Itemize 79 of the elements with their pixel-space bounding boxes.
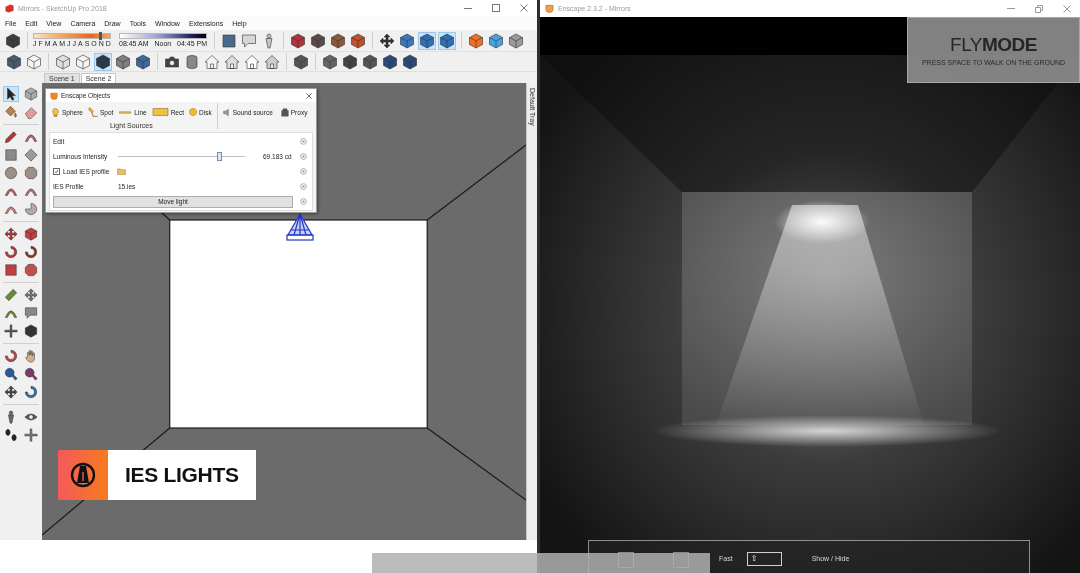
date-slider[interactable] xyxy=(33,33,111,39)
magnifier-icon[interactable] xyxy=(23,366,39,382)
close-icon[interactable] xyxy=(306,92,312,99)
box-icon xyxy=(280,107,289,117)
mode-title: FLYMODE xyxy=(950,34,1037,55)
pencil-icon[interactable] xyxy=(3,129,19,145)
cube-icon[interactable] xyxy=(361,52,379,71)
plus-icon[interactable] xyxy=(3,323,19,339)
line-light-icon xyxy=(118,110,133,114)
pie-icon[interactable] xyxy=(23,201,39,217)
cube-icon[interactable] xyxy=(401,52,419,71)
cube-icon[interactable] xyxy=(114,52,132,71)
cube-icon[interactable] xyxy=(5,52,23,71)
move-arrows-icon[interactable] xyxy=(3,384,19,400)
house-icon[interactable] xyxy=(203,52,221,71)
rotate-icon[interactable] xyxy=(3,244,19,260)
maximize-icon[interactable] xyxy=(492,4,500,12)
move-arrows-icon[interactable] xyxy=(23,287,39,303)
cube-icon[interactable] xyxy=(309,31,327,50)
cube-icon[interactable] xyxy=(438,31,456,50)
cube-icon[interactable] xyxy=(329,31,347,50)
circle-icon[interactable] xyxy=(3,165,19,181)
rotate-icon[interactable] xyxy=(23,244,39,260)
slider-thumb[interactable] xyxy=(217,152,223,161)
house-icon[interactable] xyxy=(263,52,281,71)
banner-title: IES LIGHTS xyxy=(108,450,256,500)
callout-icon[interactable] xyxy=(23,305,39,321)
rect-light-icon xyxy=(151,108,169,116)
polygon-icon[interactable] xyxy=(23,165,39,181)
key-cap: ⇧ xyxy=(746,552,782,566)
rectangle-icon[interactable] xyxy=(220,31,238,50)
speaker-icon xyxy=(222,107,231,117)
close-icon[interactable] xyxy=(520,4,528,12)
pointer-icon[interactable] xyxy=(3,86,19,102)
spotlight-icon[interactable] xyxy=(285,213,315,241)
cube-icon[interactable] xyxy=(418,31,436,50)
house-icon[interactable] xyxy=(223,52,241,71)
cube-icon[interactable] xyxy=(381,52,399,71)
cube-icon[interactable] xyxy=(487,31,505,50)
logo-icon xyxy=(5,3,14,13)
cube-icon[interactable] xyxy=(398,31,416,50)
plus-icon[interactable] xyxy=(23,427,39,443)
tape-measure-icon[interactable] xyxy=(3,287,19,303)
cylinder-icon[interactable] xyxy=(183,52,201,71)
restore-icon[interactable] xyxy=(1035,4,1043,13)
logo-icon xyxy=(50,91,58,100)
cube-icon[interactable] xyxy=(349,31,367,50)
lamp-icon xyxy=(58,450,108,500)
close-icon[interactable] xyxy=(1063,4,1071,13)
rectangle-icon[interactable] xyxy=(3,147,19,163)
cube-icon[interactable] xyxy=(4,31,22,50)
lamp-icon xyxy=(87,107,98,117)
move-arrows-icon[interactable] xyxy=(3,226,19,242)
cube-icon[interactable] xyxy=(23,323,39,339)
cube-icon[interactable] xyxy=(289,31,307,50)
callout-icon[interactable] xyxy=(240,31,258,50)
disk-light-icon xyxy=(189,108,197,116)
cube-icon[interactable] xyxy=(134,52,152,71)
rotate-icon[interactable] xyxy=(23,384,39,400)
footprints-icon[interactable] xyxy=(3,427,19,443)
cube-icon[interactable] xyxy=(467,31,485,50)
magnifier-icon[interactable] xyxy=(3,366,19,382)
cube-icon[interactable] xyxy=(94,52,112,71)
move-arrows-icon[interactable] xyxy=(378,31,396,50)
house-icon[interactable] xyxy=(243,52,261,71)
cube-icon[interactable] xyxy=(292,52,310,71)
cube-icon[interactable] xyxy=(23,226,39,242)
polygon-icon[interactable] xyxy=(23,262,39,278)
bulb-icon xyxy=(51,107,60,117)
logo-icon xyxy=(545,4,554,13)
paint-bucket-icon[interactable] xyxy=(3,104,19,120)
rotate-icon[interactable] xyxy=(3,348,19,364)
checkbox[interactable] xyxy=(53,168,60,175)
cube-icon[interactable] xyxy=(341,52,359,71)
rotated-rectangle-icon[interactable] xyxy=(23,147,39,163)
slider-thumb[interactable] xyxy=(98,32,102,40)
cube-icon[interactable] xyxy=(321,52,339,71)
rectangle-icon[interactable] xyxy=(3,262,19,278)
minimize-icon[interactable] xyxy=(464,7,472,9)
